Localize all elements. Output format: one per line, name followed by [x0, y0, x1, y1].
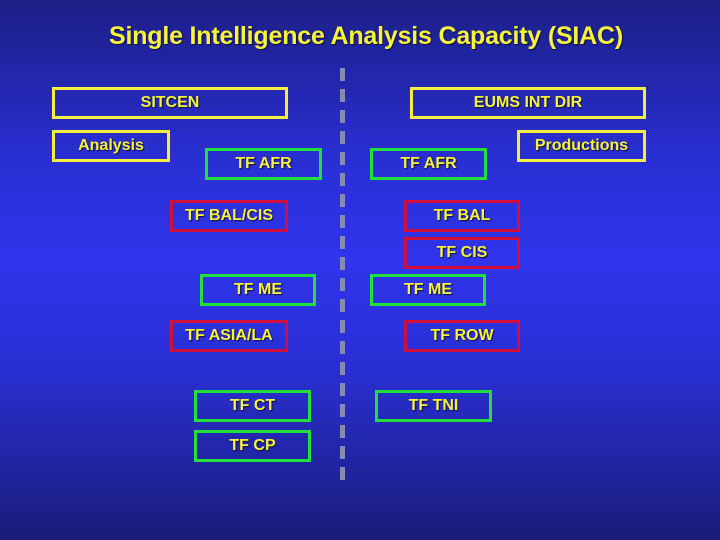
- right-tf-cis-box: TF CIS: [404, 237, 520, 269]
- sitcen-header-box: SITCEN: [52, 87, 288, 119]
- left-tf-me-box: TF ME: [200, 274, 316, 306]
- left-tf-bal-cis-box: TF BAL/CIS: [170, 200, 288, 232]
- slide-title: Single Intelligence Analysis Capacity (S…: [108, 22, 624, 50]
- left-tf-cp-box: TF CP: [194, 430, 311, 462]
- productions-box: Productions: [517, 130, 646, 162]
- dashed-divider: [340, 68, 345, 486]
- eums-int-dir-header-box: EUMS INT DIR: [410, 87, 646, 119]
- right-tf-tni-box: TF TNI: [375, 390, 492, 422]
- left-tf-afr-box: TF AFR: [205, 148, 322, 180]
- right-tf-me-box: TF ME: [370, 274, 486, 306]
- analysis-box: Analysis: [52, 130, 170, 162]
- right-tf-bal-box: TF BAL: [404, 200, 520, 232]
- right-tf-row-box: TF ROW: [404, 320, 520, 352]
- right-tf-afr-box: TF AFR: [370, 148, 487, 180]
- left-tf-ct-box: TF CT: [194, 390, 311, 422]
- left-tf-asia-la-box: TF ASIA/LA: [170, 320, 288, 352]
